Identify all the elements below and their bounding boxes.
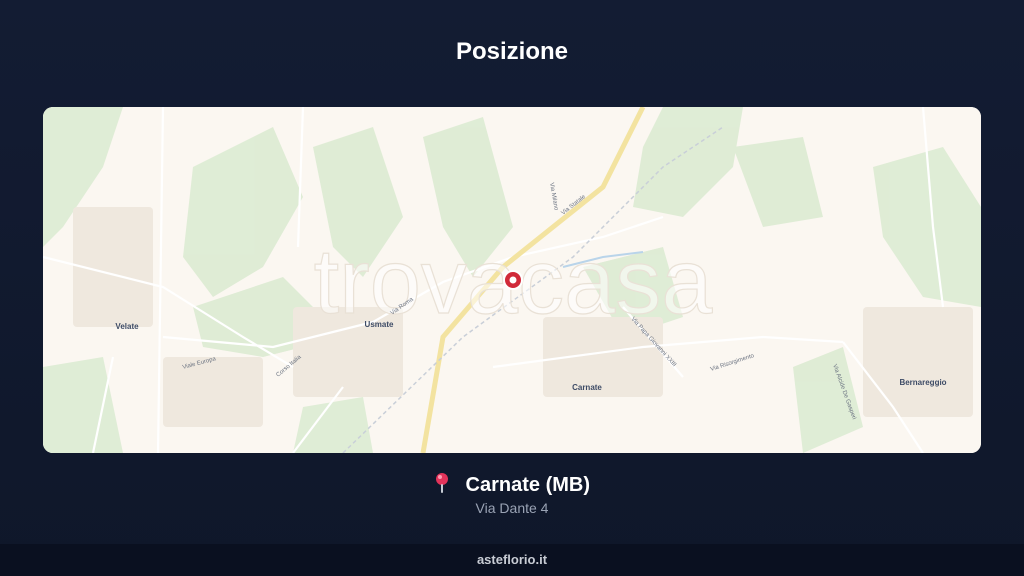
- location-marker-icon[interactable]: [503, 270, 523, 290]
- town-label: Velate: [115, 322, 139, 331]
- pin-icon: [434, 472, 450, 500]
- location-name: Carnate (MB): [465, 474, 590, 496]
- location-address: Via Dante 4: [475, 500, 549, 516]
- location-row: Carnate (MB): [0, 472, 1024, 500]
- page-title: Posizione: [455, 38, 569, 65]
- town-label: Bernareggio: [899, 378, 946, 387]
- map[interactable]: trovacasa Velate Usmate Carnate Bernareg…: [43, 107, 981, 453]
- footer-brand: asteflorio.it: [0, 544, 1024, 576]
- town-label: Carnate: [572, 383, 602, 392]
- town-label: Usmate: [365, 320, 394, 329]
